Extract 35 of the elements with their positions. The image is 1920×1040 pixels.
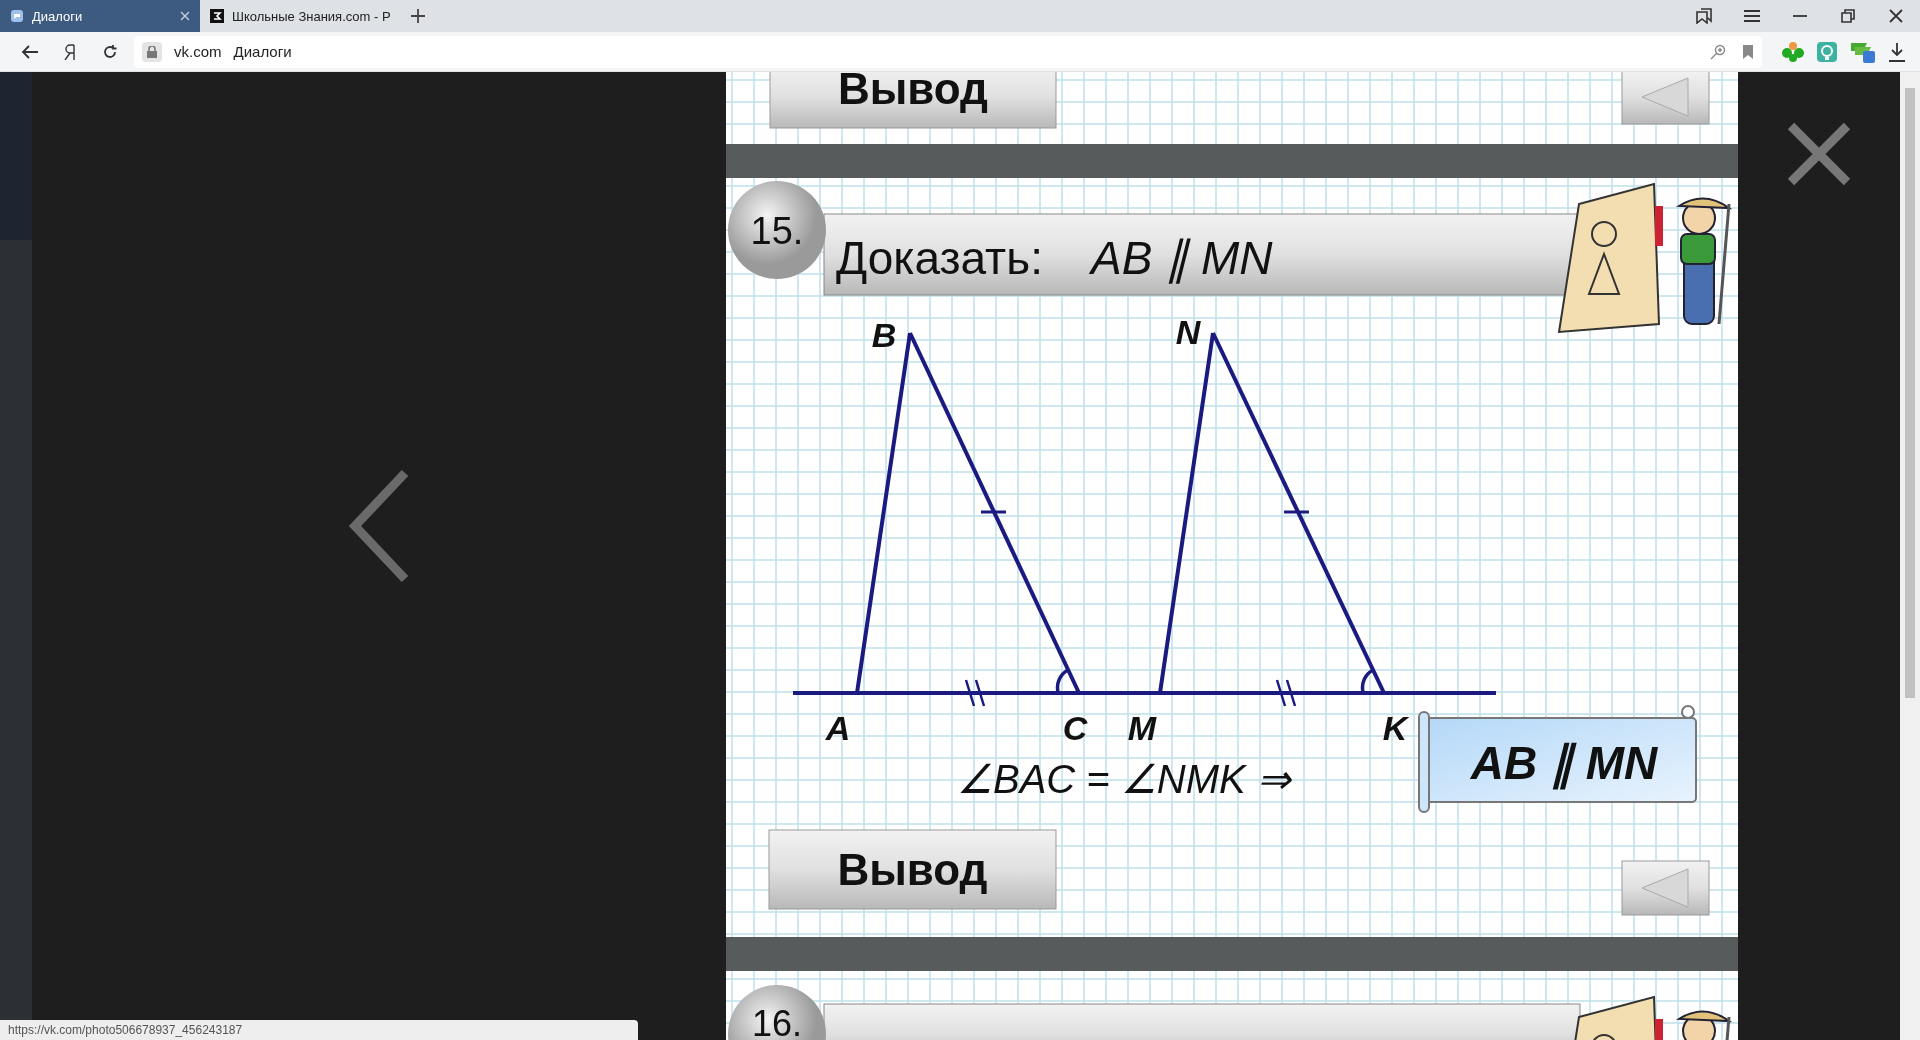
- point-label: M: [1127, 709, 1157, 747]
- point-label: B: [871, 316, 897, 354]
- reload-icon[interactable]: [102, 43, 118, 60]
- task-number: 16.: [752, 1003, 802, 1040]
- url-domain: vk.com: [174, 43, 222, 60]
- bookmark-icon[interactable]: [1742, 44, 1754, 59]
- result-scroll: AB ∥ MN: [1418, 705, 1697, 813]
- browser-tab[interactable]: Школьные Знания.com - Р: [200, 0, 400, 32]
- angle-formula: ∠BAC = ∠NMK ⇒: [957, 757, 1291, 801]
- point-label: C: [1062, 709, 1088, 747]
- clover-icon[interactable]: [1782, 40, 1804, 63]
- scrollbar-thumb[interactable]: [1905, 88, 1915, 698]
- browser-logo-icon[interactable]: [64, 43, 76, 60]
- status-url: https://vk.com/photo506678937_456243187: [0, 1020, 638, 1040]
- lock-icon: [147, 45, 157, 58]
- site-logo-icon: [210, 9, 224, 23]
- page-title: Диалоги: [233, 43, 292, 60]
- browser-tab[interactable]: Диалоги: [0, 0, 200, 32]
- point-label: N: [1175, 313, 1201, 351]
- task-number: 15.: [750, 210, 804, 252]
- zoom-icon[interactable]: [1710, 43, 1726, 60]
- menu-icon[interactable]: [1744, 9, 1760, 23]
- restore-icon[interactable]: [1841, 9, 1855, 23]
- back-arrow-icon[interactable]: [21, 44, 39, 59]
- chat-bubble-icon: [10, 9, 24, 23]
- close-icon[interactable]: [1889, 9, 1903, 23]
- lightbulb-icon[interactable]: [1816, 40, 1838, 63]
- prove-formula: AB ∥ MN: [1091, 232, 1273, 284]
- download-icon[interactable]: [1888, 41, 1906, 62]
- plus-icon[interactable]: [411, 9, 425, 23]
- point-label: A: [825, 709, 851, 747]
- address-field[interactable]: vk.com Диалоги: [134, 35, 1762, 68]
- prove-label: Доказать:: [836, 232, 1043, 284]
- bookmarks-icon[interactable]: [1696, 8, 1712, 24]
- point-label: K: [1382, 709, 1408, 747]
